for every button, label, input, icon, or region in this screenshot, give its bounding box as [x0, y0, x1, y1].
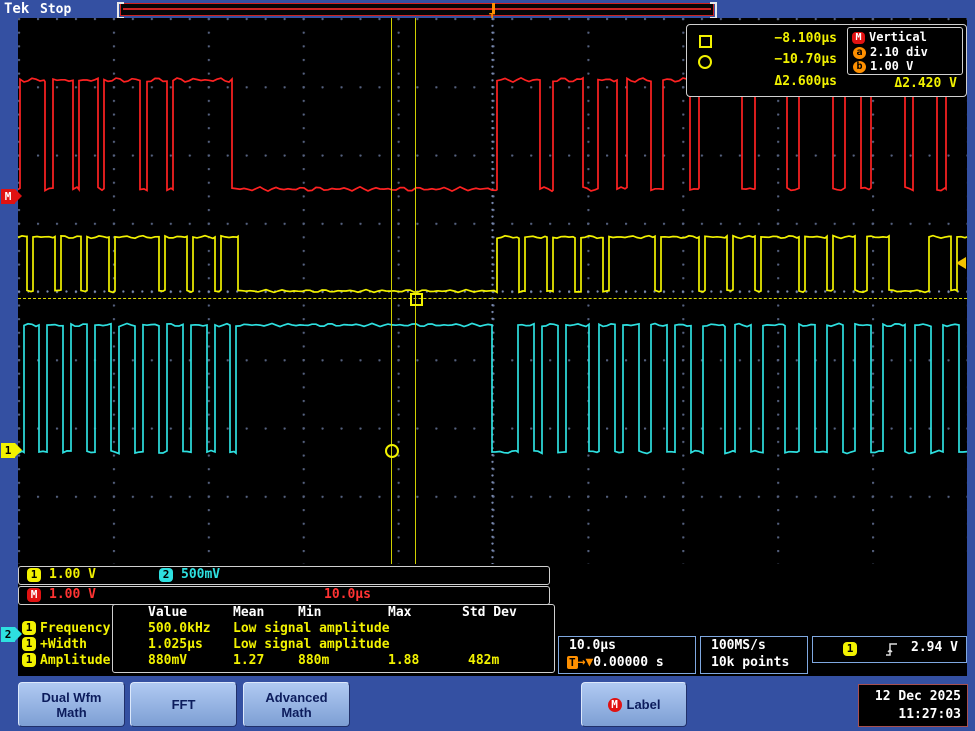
trigger-position-arrows-icon: →▼ [577, 655, 594, 670]
square-cursor-icon [699, 35, 712, 48]
row1-note: Low signal amplitude [233, 621, 390, 636]
header-stddev: Std Dev [462, 605, 517, 620]
ch1-badge[interactable]: 1 [27, 568, 41, 582]
row3-stddev: 482m [468, 653, 500, 668]
cursor-readout-box: −8.100µs −10.70µs Δ2.600µs M Vertical a 2.… [686, 24, 967, 97]
row2-source-badge: 1 [22, 637, 36, 651]
graticule-center-vertical-axis [491, 18, 494, 564]
time-per-div: 10.0µs [569, 638, 616, 653]
row3-max: 1.88 [388, 653, 420, 668]
square-cursor-value: −8.100µs [774, 31, 837, 46]
math-badge[interactable]: M [27, 588, 41, 602]
ch2-scale: 500mV [181, 567, 221, 582]
oscilloscope-screen: Tek Stop T M 1 2 −8.100µs −10.70µs Δ2.60… [0, 0, 975, 731]
trigger-t-badge: T [567, 656, 578, 669]
rising-edge-icon [886, 643, 897, 656]
cursor-square-vertical-line[interactable] [415, 18, 416, 564]
time-text: 11:27:03 [898, 707, 961, 722]
trigger-position-value: 0.00000 s [593, 655, 664, 670]
math-marker-label: M [4, 190, 12, 203]
trigger-level-arrow-icon[interactable] [956, 257, 966, 269]
record-waveform-line [123, 8, 711, 10]
circle-cursor-icon [698, 55, 712, 69]
math-time-scale: 10.0µs [324, 587, 371, 602]
math-scale: 1.00 V [49, 587, 96, 602]
ch1-position-marker[interactable]: 1 [1, 443, 22, 458]
measurement-headers: Value Mean Min Max Std Dev [0, 605, 975, 620]
tek-logo: Tek [4, 1, 30, 17]
measurement-row: 1 Frequency 500.0kHz Low signal amplitud… [0, 621, 975, 636]
row3-mean: 1.27 [233, 653, 265, 668]
vertical-cursor-box: M Vertical a 2.10 div b 1.00 V [847, 27, 963, 75]
cursor-delta-time: Δ2.600µs [774, 74, 837, 89]
cursor-a-value: 2.10 div [870, 45, 928, 59]
datetime-box: 12 Dec 2025 11:27:03 [858, 684, 968, 727]
header-value: Value [148, 605, 188, 620]
cursor-a-badge: a [853, 46, 866, 59]
label-button-text: Label [626, 697, 661, 712]
horizontal-readout-box: 10.0µs T →▼0.00000 s [558, 636, 696, 674]
math-label-badge: M [607, 697, 622, 712]
dual-wfm-math-button[interactable]: Dual Wfm Math [18, 682, 125, 727]
cursor-square-marker-icon[interactable] [410, 293, 423, 306]
row3-source-badge: 1 [22, 653, 36, 667]
cursor-b-value: 1.00 V [870, 59, 914, 73]
trigger-readout-box: 1 2.94 V [812, 636, 967, 663]
ch1-scale: 1.00 V [49, 567, 96, 582]
row3-name: Amplitude [40, 653, 111, 668]
trigger-level-value: 2.94 V [911, 640, 958, 655]
header-max: Max [388, 605, 412, 620]
math-scale-bar: M 1.00 V 10.0µs [18, 586, 550, 605]
trigger-source-badge: 1 [843, 642, 857, 656]
math-channel-marker[interactable]: M [1, 189, 22, 204]
row1-source-badge: 1 [22, 621, 36, 635]
vertical-title: Vertical [869, 30, 927, 44]
row1-name: Frequency [40, 621, 111, 636]
advanced-math-button[interactable]: Advanced Math [243, 682, 350, 727]
label-button[interactable]: M Label [581, 682, 687, 727]
row2-note: Low signal amplitude [233, 637, 390, 652]
record-bracket-left-icon [117, 2, 124, 19]
row3-min: 880m [298, 653, 330, 668]
cursor-b-badge: b [853, 60, 866, 73]
row2-value: 1.025µs [148, 637, 203, 652]
cursor-b-horizontal-dashed-line[interactable] [18, 298, 967, 299]
header-mean: Mean [233, 605, 265, 620]
cursor-delta-voltage: Δ2.420 V [894, 76, 957, 91]
math-source-badge: M [852, 31, 865, 44]
circle-cursor-value: −10.70µs [774, 52, 837, 67]
cursor-circle-vertical-line[interactable] [391, 18, 392, 564]
acquisition-readout-box: 100MS/s 10k points [700, 636, 808, 674]
ch2-badge[interactable]: 2 [159, 568, 173, 582]
record-bracket-right-icon [710, 2, 717, 19]
row3-value: 880mV [148, 653, 188, 668]
row2-name: +Width [40, 637, 87, 652]
fft-button[interactable]: FFT [130, 682, 237, 727]
header-min: Min [298, 605, 322, 620]
row1-value: 500.0kHz [148, 621, 211, 636]
acquisition-status: Stop [40, 2, 72, 17]
acquisition-preview-bar[interactable] [117, 2, 717, 19]
date-text: 12 Dec 2025 [874, 689, 961, 704]
ch1-marker-label: 1 [4, 444, 12, 457]
channel-scale-bar: 1 1.00 V 2 500mV [18, 566, 550, 585]
cursor-circle-marker-icon[interactable] [385, 444, 399, 458]
record-length: 10k points [711, 655, 790, 670]
sample-rate: 100MS/s [711, 638, 766, 653]
